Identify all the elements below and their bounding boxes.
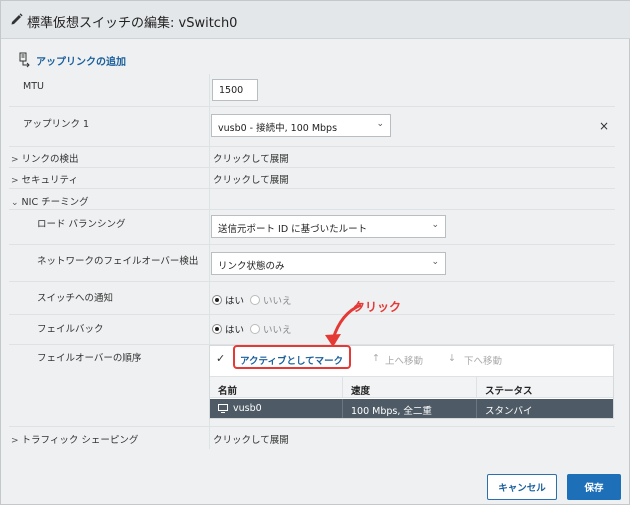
chevron-down-icon: ⌄ bbox=[431, 257, 439, 267]
uplink1-select[interactable]: vusb0 - 接続中, 100 Mbps ⌄ bbox=[211, 114, 391, 137]
link-discovery-value: クリックして展開 bbox=[213, 154, 289, 165]
check-icon: ✓ bbox=[216, 352, 226, 365]
notify-switches-row: スイッチへの通知 bbox=[9, 282, 615, 315]
row-speed: 100 Mbps, 全二重 bbox=[343, 399, 477, 418]
notify-switches-label: スイッチへの通知 bbox=[37, 293, 114, 304]
link-discovery-label: リンクの検出 bbox=[21, 154, 79, 165]
move-down-button[interactable]: 下へ移動 bbox=[464, 353, 502, 367]
annotation-label: クリック bbox=[353, 300, 402, 314]
failback-row: フェイルバック bbox=[9, 315, 615, 345]
arrow-up-icon: ↑ bbox=[372, 353, 380, 364]
load-balancing-label: ロード バランシング bbox=[37, 219, 126, 230]
edit-vswitch-dialog: 標準仮想スイッチの編集: vSwitch0 アップリンクの追加 MTU 1500… bbox=[0, 0, 630, 505]
cancel-button[interactable]: キャンセル bbox=[487, 474, 557, 500]
failover-detection-label: ネットワークのフェイルオーバー検出 bbox=[37, 256, 199, 267]
mtu-input[interactable]: 1500 bbox=[212, 79, 258, 101]
security-row[interactable]: > セキュリティ クリックして展開 bbox=[9, 168, 615, 189]
notify-yes-label: はい bbox=[225, 296, 245, 307]
move-up-button[interactable]: 上へ移動 bbox=[385, 353, 423, 367]
column-header-speed[interactable]: 速度 bbox=[343, 377, 477, 397]
chevron-down-icon: ⌄ bbox=[431, 220, 439, 230]
failback-label: フェイルバック bbox=[37, 324, 104, 335]
dialog-titlebar: 標準仮想スイッチの編集: vSwitch0 bbox=[1, 1, 630, 39]
traffic-shaping-label: トラフィック シェーピング bbox=[21, 435, 139, 446]
nic-teaming-label: NIC チーミング bbox=[21, 197, 89, 208]
chevron-right-icon: > bbox=[11, 155, 19, 165]
pencil-icon bbox=[11, 13, 23, 25]
nic-icon bbox=[218, 404, 228, 413]
link-discovery-row[interactable]: > リンクの検出 クリックして展開 bbox=[9, 147, 615, 168]
uplink1-select-value: vusb0 - 接続中, 100 Mbps bbox=[218, 123, 338, 134]
dialog-footer: キャンセル 保存 bbox=[1, 467, 630, 505]
failback-yes-radio[interactable] bbox=[212, 324, 222, 334]
failover-detection-select-value: リンク状態のみ bbox=[218, 261, 285, 272]
save-button[interactable]: 保存 bbox=[567, 474, 621, 500]
traffic-shaping-value: クリックして展開 bbox=[213, 435, 289, 446]
remove-uplink-icon[interactable]: × bbox=[599, 119, 609, 133]
failback-radios: はい いいえ bbox=[212, 322, 292, 336]
failover-table-header: 名前 速度 ステータス bbox=[210, 376, 613, 398]
arrow-down-icon: ↓ bbox=[448, 353, 456, 364]
add-uplink-icon bbox=[19, 52, 30, 68]
failover-detection-select[interactable]: リンク状態のみ ⌄ bbox=[211, 252, 446, 275]
chevron-right-icon: > bbox=[11, 436, 19, 446]
chevron-down-icon: ⌄ bbox=[11, 198, 19, 208]
security-label: セキュリティ bbox=[21, 175, 78, 186]
row-status: スタンバイ bbox=[485, 406, 533, 417]
table-row[interactable]: vusb0 100 Mbps, 全二重 スタンバイ bbox=[210, 399, 613, 418]
mtu-row: MTU bbox=[9, 74, 615, 107]
column-header-status[interactable]: ステータス bbox=[477, 377, 613, 397]
column-header-name[interactable]: 名前 bbox=[210, 377, 343, 397]
load-balancing-select-value: 送信元ポート ID に基づいたルート bbox=[218, 224, 368, 235]
add-uplink-button[interactable]: アップリンクの追加 bbox=[18, 51, 126, 69]
chevron-down-icon: ⌄ bbox=[376, 119, 384, 129]
failover-order-label: フェイルオーバーの順序 bbox=[37, 353, 142, 364]
uplink1-label: アップリンク 1 bbox=[23, 119, 90, 130]
notify-no-label: いいえ bbox=[263, 296, 292, 307]
notify-no-radio[interactable] bbox=[250, 295, 261, 305]
failback-no-label: いいえ bbox=[263, 325, 292, 336]
failback-no-radio[interactable] bbox=[250, 324, 261, 334]
security-value: クリックして展開 bbox=[213, 175, 289, 186]
chevron-right-icon: > bbox=[11, 176, 19, 186]
load-balancing-select[interactable]: 送信元ポート ID に基づいたルート ⌄ bbox=[211, 215, 446, 238]
traffic-shaping-row[interactable]: > トラフィック シェーピング クリックして展開 bbox=[9, 427, 615, 449]
add-uplink-label: アップリンクの追加 bbox=[36, 56, 126, 68]
dialog-title: 標準仮想スイッチの編集: vSwitch0 bbox=[27, 16, 238, 31]
notify-switches-radios: はい いいえ bbox=[212, 293, 292, 307]
failback-yes-label: はい bbox=[225, 325, 245, 336]
mtu-label: MTU bbox=[23, 81, 44, 92]
nic-teaming-row[interactable]: ⌄ NIC チーミング bbox=[9, 189, 615, 210]
notify-yes-radio[interactable] bbox=[212, 295, 222, 305]
row-name: vusb0 bbox=[233, 403, 262, 414]
